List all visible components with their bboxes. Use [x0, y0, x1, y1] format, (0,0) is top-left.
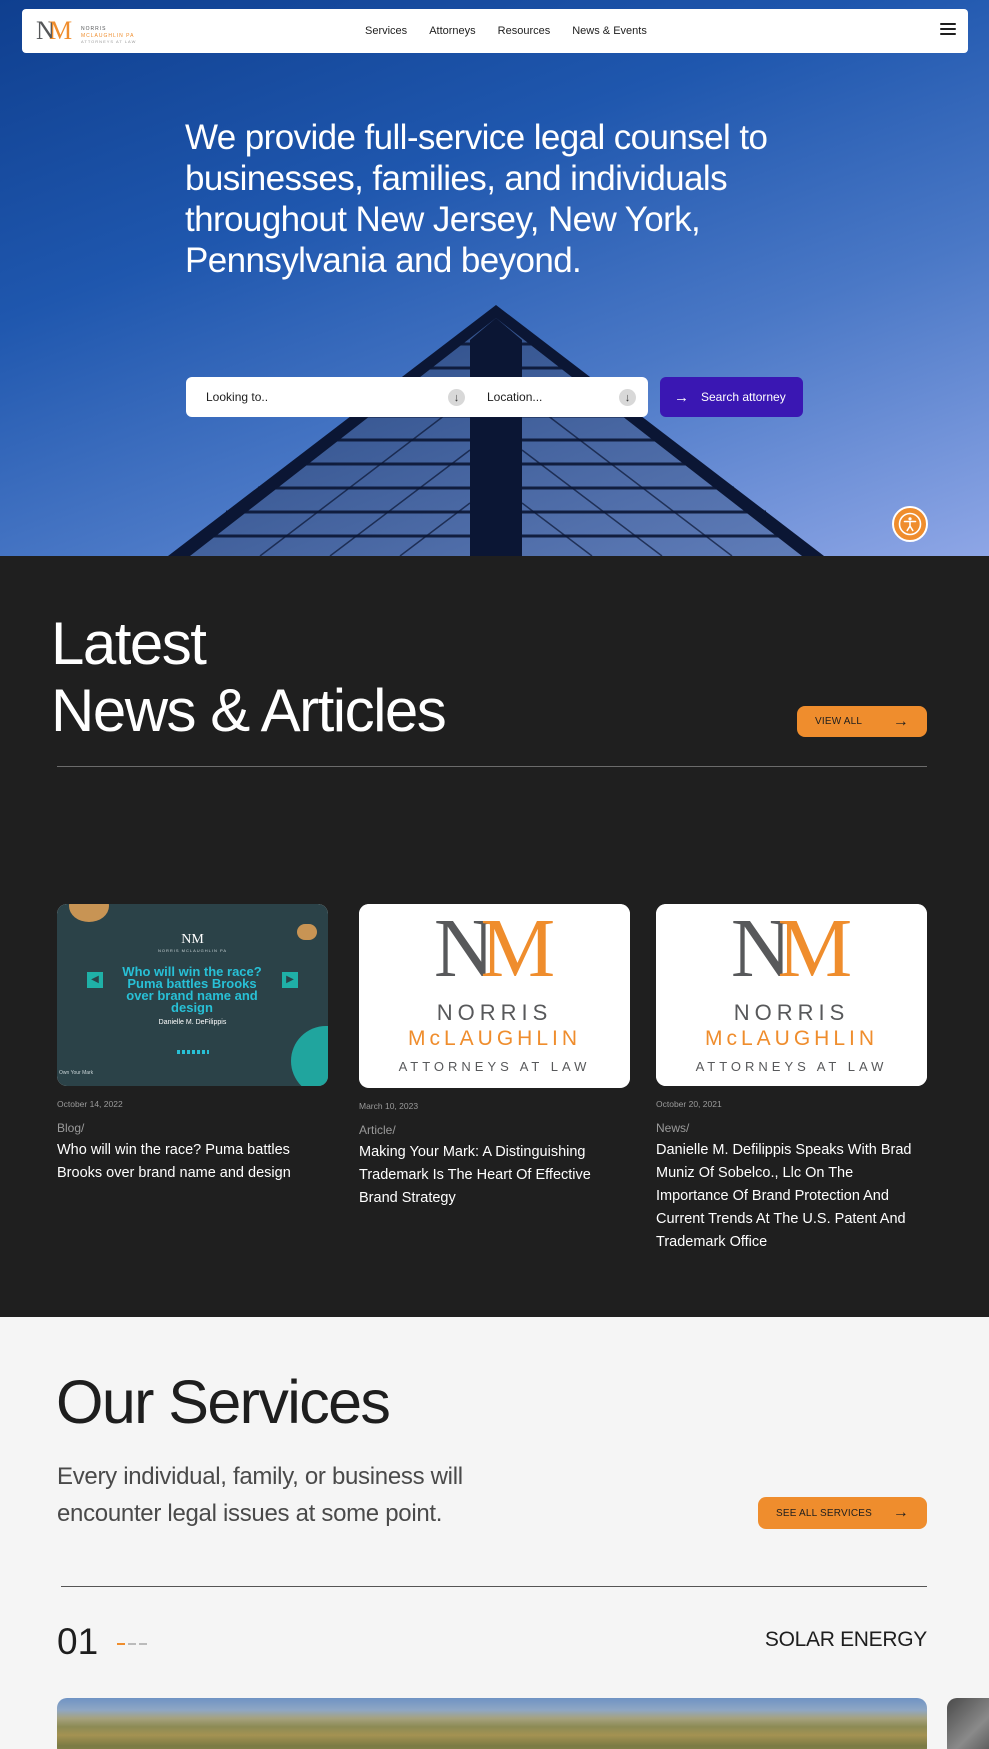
logo-line-1: NORRIS — [81, 26, 107, 32]
news-card-category: News/ — [656, 1121, 690, 1135]
attorney-search-box: Looking to.. ↓ Location... ↓ — [186, 377, 648, 417]
news-card-category: Blog/ — [57, 1121, 85, 1135]
nav-attorneys[interactable]: Attorneys — [429, 25, 475, 37]
logo-mark-m: M — [49, 16, 73, 45]
blog-image-byline: Danielle M. DeFilippis — [158, 1019, 227, 1026]
search-attorney-button[interactable]: → Search attorney — [660, 377, 803, 417]
hero-headline: We provide full-service legal counsel to… — [185, 118, 768, 280]
hamburger-icon[interactable] — [940, 23, 956, 37]
blog-image-headline: Who will win the race? Puma battles Broo… — [122, 964, 262, 1015]
logo-line-1: NORRIS — [733, 1000, 850, 1025]
blog-image-logo-sub: NORRIS MCLAUGHLIN PA — [157, 948, 228, 953]
nav-services[interactable]: Services — [365, 25, 407, 37]
news-card-image[interactable]: NM NORRIS MCLAUGHLIN PA ◀ Who will win t… — [57, 904, 328, 1086]
logo-line-3: ATTORNEYS AT LAW — [81, 39, 137, 44]
blog-image-logo: NM — [181, 932, 204, 947]
caret-left-icon: ◀ — [87, 972, 103, 988]
see-all-services-label: SEE ALL SERVICES — [776, 1507, 873, 1519]
news-card-title[interactable]: Danielle M. Defilippis Speaks With Brad … — [656, 1139, 927, 1254]
news-title-line-2: News & Articles — [51, 677, 447, 744]
services-section: Our Services Every individual, family, o… — [0, 1317, 989, 1749]
news-section: Latest News & Articles VIEW ALL → NM NOR… — [0, 556, 989, 1317]
looking-to-placeholder: Looking to.. — [206, 390, 269, 404]
arrow-right-icon: → — [892, 1504, 909, 1521]
top-navbar: N M NORRIS MCLAUGHLIN PA ATTORNEYS AT LA… — [22, 9, 968, 53]
hero-section: N M NORRIS MCLAUGHLIN PA ATTORNEYS AT LA… — [0, 0, 989, 556]
news-card-title[interactable]: Making Your Mark: A Distinguishing Trade… — [359, 1141, 630, 1210]
search-attorney-label: Search attorney — [701, 390, 786, 404]
news-section-title: Latest News & Articles — [51, 610, 447, 744]
news-card-date: March 10, 2023 — [359, 1101, 419, 1111]
logo-line-3: ATTORNEYS AT LAW — [695, 1059, 888, 1074]
divider — [57, 766, 927, 767]
news-title-line-1: Latest — [51, 610, 207, 677]
caret-right-icon: ▶ — [282, 972, 298, 988]
nav-news-events[interactable]: News & Events — [572, 25, 647, 37]
location-placeholder: Location... — [487, 390, 543, 404]
service-name[interactable]: SOLAR ENERGY — [765, 1628, 927, 1652]
news-card-category: Article/ — [359, 1123, 396, 1137]
chevron-down-icon: ↓ — [448, 389, 465, 406]
service-photo-next[interactable] — [947, 1698, 989, 1749]
nav-resources[interactable]: Resources — [498, 25, 551, 37]
see-all-services-button[interactable]: SEE ALL SERVICES → — [758, 1497, 927, 1529]
decorative-dots — [177, 1050, 209, 1054]
arrow-right-icon: → — [892, 712, 909, 730]
progress-dashes — [117, 1643, 149, 1645]
news-card-image[interactable]: NM NORRIS McLAUGHLIN ATTORNEYS AT LAW — [359, 904, 630, 1088]
news-card: NM NORRIS MCLAUGHLIN PA ◀ Who will win t… — [57, 904, 328, 1185]
services-title: Our Services — [56, 1368, 391, 1436]
view-all-button[interactable]: VIEW ALL → — [797, 706, 927, 737]
news-card-date: October 20, 2021 — [656, 1099, 722, 1109]
logo-line-1: NORRIS — [436, 1000, 553, 1025]
service-number: 01 — [57, 1621, 99, 1662]
service-photo[interactable] — [57, 1698, 927, 1749]
chevron-down-icon: ↓ — [619, 389, 636, 406]
news-card: NM NORRIS McLAUGHLIN ATTORNEYS AT LAW Oc… — [656, 904, 927, 1254]
blog-image-corner-text: Own Your Mark — [59, 1070, 94, 1076]
news-card-date: October 14, 2022 — [57, 1099, 123, 1109]
logo-line-3: ATTORNEYS AT LAW — [398, 1059, 591, 1074]
accessibility-icon[interactable] — [892, 506, 928, 542]
news-card-image[interactable]: NM NORRIS McLAUGHLIN ATTORNEYS AT LAW — [656, 904, 927, 1086]
logo-mark-m: M — [777, 904, 853, 995]
logo-line-2: McLAUGHLIN — [704, 1027, 879, 1050]
logo-mark-m: M — [480, 904, 556, 995]
news-card-title[interactable]: Who will win the race? Puma battles Broo… — [57, 1139, 328, 1185]
location-select[interactable]: Location... ↓ — [487, 377, 637, 417]
logo-line-2: McLAUGHLIN — [407, 1027, 582, 1050]
looking-to-select[interactable]: Looking to.. ↓ — [206, 377, 465, 417]
view-all-label: VIEW ALL — [815, 716, 863, 727]
services-subtitle: Every individual, family, or business wi… — [57, 1463, 463, 1527]
divider — [61, 1586, 927, 1587]
arrow-right-icon: → — [674, 388, 689, 406]
news-card: NM NORRIS McLAUGHLIN ATTORNEYS AT LAW Ma… — [359, 904, 630, 1210]
site-logo[interactable]: N M NORRIS MCLAUGHLIN PA ATTORNEYS AT LA… — [36, 16, 156, 45]
main-nav: Services Attorneys Resources News & Even… — [365, 9, 647, 53]
